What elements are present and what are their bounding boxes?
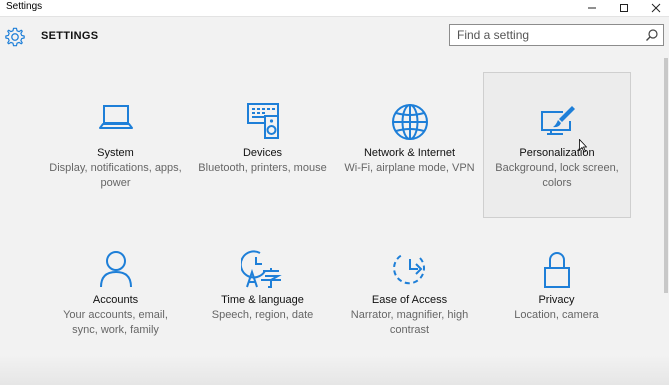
tile-title: Privacy [538, 294, 575, 306]
maximize-button[interactable] [608, 0, 640, 16]
tile-description: Background, lock screen, colors [495, 162, 619, 189]
tile-personalization[interactable]: Personalization Background, lock screen,… [483, 72, 631, 218]
maximize-icon [620, 4, 628, 12]
ease-of-access-icon [337, 249, 482, 289]
search-input[interactable] [450, 25, 640, 45]
bottom-shadow [0, 355, 669, 385]
tile-description: Wi-Fi, airplane mode, VPN [344, 162, 475, 174]
paint-brush-icon [484, 103, 630, 143]
globe-icon [337, 102, 482, 142]
settings-header: SETTINGS [0, 17, 669, 57]
tile-title: Personalization [519, 147, 595, 159]
window-title: Settings [6, 1, 43, 12]
search-box[interactable] [449, 24, 664, 46]
tile-title: Time & language [221, 294, 304, 306]
minimize-icon [588, 7, 596, 9]
tile-title: Network & Internet [363, 147, 456, 159]
tile-title: Ease of Access [371, 294, 448, 306]
tile-system[interactable]: System Display, notifications, apps, pow… [43, 88, 188, 233]
tile-description: Your accounts, email, sync, work, family [63, 309, 168, 336]
tile-title: Devices [242, 147, 283, 159]
close-button[interactable] [640, 0, 669, 16]
tile-title: Accounts [92, 294, 139, 306]
time-language-icon [190, 249, 335, 289]
tile-network-internet[interactable]: Network & Internet Wi-Fi, airplane mode,… [337, 88, 482, 233]
minimize-button[interactable] [576, 0, 608, 16]
person-icon [43, 249, 188, 289]
devices-icon [190, 102, 335, 142]
tile-description: Bluetooth, printers, mouse [198, 162, 327, 174]
tile-description: Location, camera [514, 309, 599, 321]
tile-devices[interactable]: Devices Bluetooth, printers, mouse [190, 88, 335, 233]
page-title: SETTINGS [41, 30, 99, 42]
laptop-icon [43, 100, 188, 140]
search-icon[interactable] [645, 28, 659, 42]
tile-description: Speech, region, date [211, 309, 314, 321]
title-bar: Settings [0, 0, 669, 17]
tile-description: Narrator, magnifier, high contrast [350, 309, 469, 336]
close-icon [651, 3, 661, 13]
lock-icon [484, 249, 629, 289]
scrollbar[interactable] [664, 58, 668, 293]
tile-title: System [97, 147, 134, 159]
mouse-cursor-icon [579, 139, 587, 153]
tile-description: Display, notifications, apps, power [49, 162, 182, 189]
gear-icon [5, 27, 25, 47]
